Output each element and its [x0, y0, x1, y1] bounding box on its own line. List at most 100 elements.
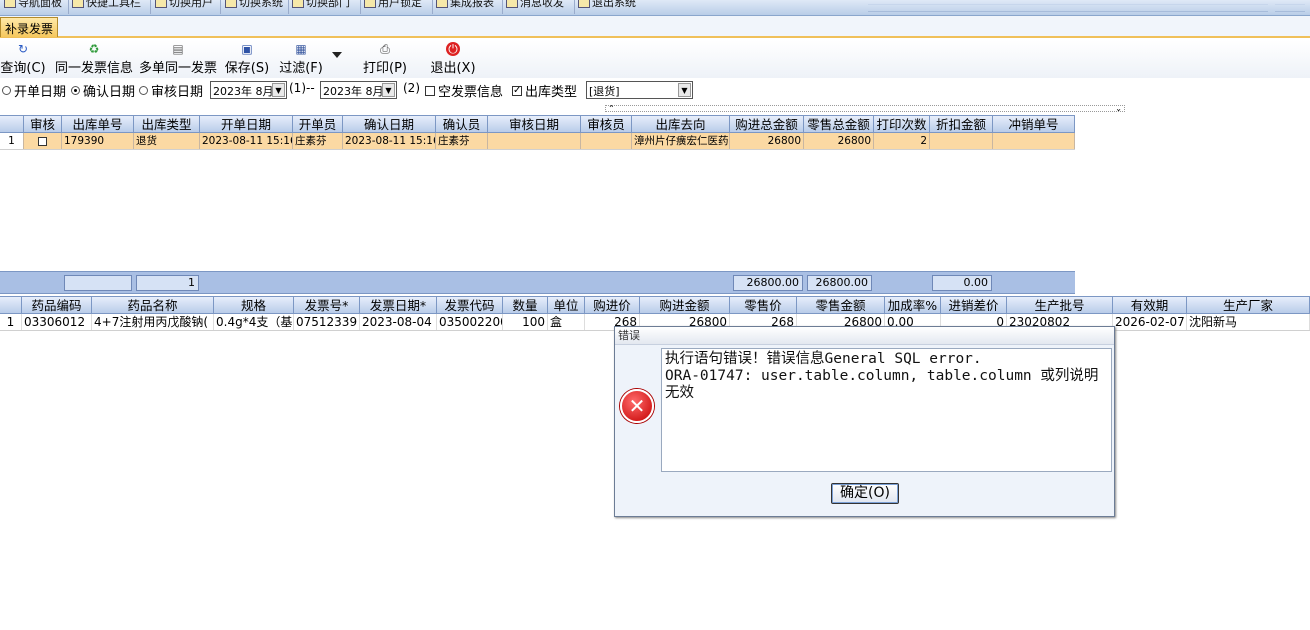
filter-bar: 开单日期 确认日期 审核日期 2023年 8月 ▼ (1)-- 2023年 8月3… — [0, 79, 1310, 103]
printer-icon: ⎙ — [380, 42, 390, 56]
table-row[interactable]: 1 179390 退货 2023-08-11 15:16 庄素芬 2023-08… — [0, 133, 1075, 150]
power-icon: ⏻ — [446, 42, 460, 56]
tab-supplement-invoice[interactable]: 补录发票 — [0, 17, 59, 37]
date-range-suffix: (2) — [403, 81, 420, 95]
col-margin[interactable]: 进销差价 — [941, 297, 1007, 314]
col-purchase-total[interactable]: 购进总金额 — [730, 116, 804, 133]
date-range-sep: (1)-- — [289, 81, 315, 95]
error-dialog: 错误 ✕ 执行语句错误！错误信息General SQL error. ORA-0… — [614, 326, 1115, 517]
print-button[interactable]: ⎙ 打印(P) — [362, 42, 408, 76]
radio-audit-date[interactable]: 审核日期 — [139, 81, 203, 100]
col-manufacturer[interactable]: 生产厂家 — [1187, 297, 1310, 314]
system-icon — [225, 0, 237, 8]
col-open-date[interactable]: 开单日期 — [200, 116, 293, 133]
col-invoice-no[interactable]: 发票号* — [294, 297, 360, 314]
outbound-type-checkbox[interactable]: ✓ 出库类型 — [512, 81, 577, 100]
save-icon: ▣ — [241, 42, 253, 56]
toolbar-icon — [72, 0, 84, 8]
menubar-decoration-right — [1275, 4, 1305, 12]
exit-system-icon — [578, 0, 590, 8]
summary-retail-total: 26800.00 — [807, 275, 872, 291]
date-from-picker[interactable]: 2023年 8月 ▼ — [210, 81, 287, 99]
menubar-decoration — [868, 4, 1268, 12]
col-qty[interactable]: 数量 — [503, 297, 548, 314]
radio-confirm-date[interactable]: 确认日期 — [71, 81, 135, 100]
panel-splitter[interactable]: ⌃ ⌄ — [605, 105, 1125, 113]
tab-strip: 补录发票 — [0, 16, 1310, 38]
menu-reports[interactable]: 集成报表 — [436, 0, 494, 10]
col-print-count[interactable]: 打印次数 — [874, 116, 930, 133]
outbound-type-select[interactable]: [退货] ▼ — [586, 81, 693, 99]
col-opener[interactable]: 开单员 — [293, 116, 343, 133]
report-icon — [436, 0, 448, 8]
dropdown-arrow-icon: ▼ — [382, 83, 395, 97]
summary-discount-total: 0.00 — [932, 275, 992, 291]
multi-same-invoice-button[interactable]: ▤ 多单同一发票 — [138, 42, 218, 76]
menu-quick-toolbar[interactable]: 快捷工具栏 — [72, 0, 141, 10]
summary-order-no — [64, 275, 132, 291]
col-batch[interactable]: 生产批号 — [1007, 297, 1113, 314]
col-drug-code[interactable]: 药品编码 — [22, 297, 92, 314]
recycle-icon: ♻ — [88, 42, 100, 56]
col-retail-total[interactable]: 零售总金额 — [804, 116, 874, 133]
user-icon — [155, 0, 167, 8]
collapse-up-icon[interactable]: ⌃ — [608, 105, 615, 113]
error-icon: ✕ — [620, 389, 654, 423]
summary-count: 1 — [136, 275, 199, 291]
col-offset-no[interactable]: 冲销单号 — [993, 116, 1075, 133]
col-auditor[interactable]: 审核员 — [581, 116, 632, 133]
save-button[interactable]: ▣ 保存(S) — [224, 42, 270, 76]
lock-icon — [364, 0, 376, 8]
refresh-icon: ↻ — [17, 42, 29, 56]
menu-messages[interactable]: 消息收发 — [506, 0, 564, 10]
grid-header: 审核 出库单号 出库类型 开单日期 开单员 确认日期 确认员 审核日期 审核员 … — [0, 115, 1075, 133]
filter-dropdown-icon[interactable] — [332, 52, 342, 58]
radio-open-date[interactable]: 开单日期 — [2, 81, 66, 100]
query-button[interactable]: ↻ 查询(C) — [0, 42, 46, 76]
message-icon — [506, 0, 518, 8]
collapse-down-icon[interactable]: ⌄ — [1115, 105, 1122, 113]
document-icon: ▤ — [172, 42, 184, 56]
col-discount[interactable]: 折扣金额 — [930, 116, 993, 133]
date-to-picker[interactable]: 2023年 8月3 ▼ — [320, 81, 397, 99]
col-audit[interactable]: 审核 — [24, 116, 62, 133]
col-invoice-date[interactable]: 发票日期* — [360, 297, 437, 314]
col-audit-date[interactable]: 审核日期 — [488, 116, 581, 133]
col-purchase-price[interactable]: 购进价 — [585, 297, 640, 314]
col-purchase-amount[interactable]: 购进金额 — [640, 297, 730, 314]
col-expiry[interactable]: 有效期 — [1113, 297, 1187, 314]
col-type[interactable]: 出库类型 — [134, 116, 200, 133]
exit-button[interactable]: ⏻ 退出(X) — [430, 42, 476, 76]
same-invoice-button[interactable]: ♻ 同一发票信息 — [54, 42, 134, 76]
empty-invoice-checkbox[interactable]: 空发票信息 — [425, 81, 503, 100]
col-spec[interactable]: 规格 — [214, 297, 294, 314]
col-invoice-code[interactable]: 发票代码 — [437, 297, 503, 314]
col-retail-amount[interactable]: 零售金额 — [797, 297, 885, 314]
filter-icon: ▦ — [295, 42, 307, 56]
filter-button[interactable]: ▦ 过滤(F) — [278, 42, 324, 76]
summary-purchase-total: 26800.00 — [733, 275, 803, 291]
main-menubar: 导航面板 快捷工具栏 切换用户 切换系统 切换部门 用户锁定 集成报表 消息收发… — [0, 0, 1310, 16]
col-destination[interactable]: 出库去向 — [632, 116, 730, 133]
col-retail-price[interactable]: 零售价 — [730, 297, 797, 314]
menu-nav-panel[interactable]: 导航面板 — [4, 0, 62, 10]
check-icon: ✓ — [512, 84, 522, 96]
ok-button[interactable]: 确定(O) — [831, 483, 899, 504]
col-order-no[interactable]: 出库单号 — [62, 116, 134, 133]
dialog-title[interactable]: 错误 — [615, 327, 1114, 345]
audit-checkbox[interactable] — [24, 133, 62, 149]
menu-switch-user[interactable]: 切换用户 — [155, 0, 213, 10]
col-drug-name[interactable]: 药品名称 — [92, 297, 214, 314]
col-markup[interactable]: 加成率% — [885, 297, 941, 314]
menu-user-lock[interactable]: 用户锁定 — [364, 0, 422, 10]
menu-switch-dept[interactable]: 切换部门 — [292, 0, 350, 10]
menu-switch-system[interactable]: 切换系统 — [225, 0, 283, 10]
dropdown-arrow-icon: ▼ — [678, 83, 691, 97]
menu-exit-system[interactable]: 退出系统 — [578, 0, 636, 10]
outbound-orders-grid: 审核 出库单号 出库类型 开单日期 开单员 确认日期 确认员 审核日期 审核员 … — [0, 115, 1075, 150]
nav-panel-icon — [4, 0, 16, 8]
col-unit[interactable]: 单位 — [548, 297, 585, 314]
col-confirm-date[interactable]: 确认日期 — [343, 116, 436, 133]
grid-summary-footer: 1 26800.00 26800.00 0.00 — [0, 271, 1075, 294]
col-confirmer[interactable]: 确认员 — [436, 116, 488, 133]
